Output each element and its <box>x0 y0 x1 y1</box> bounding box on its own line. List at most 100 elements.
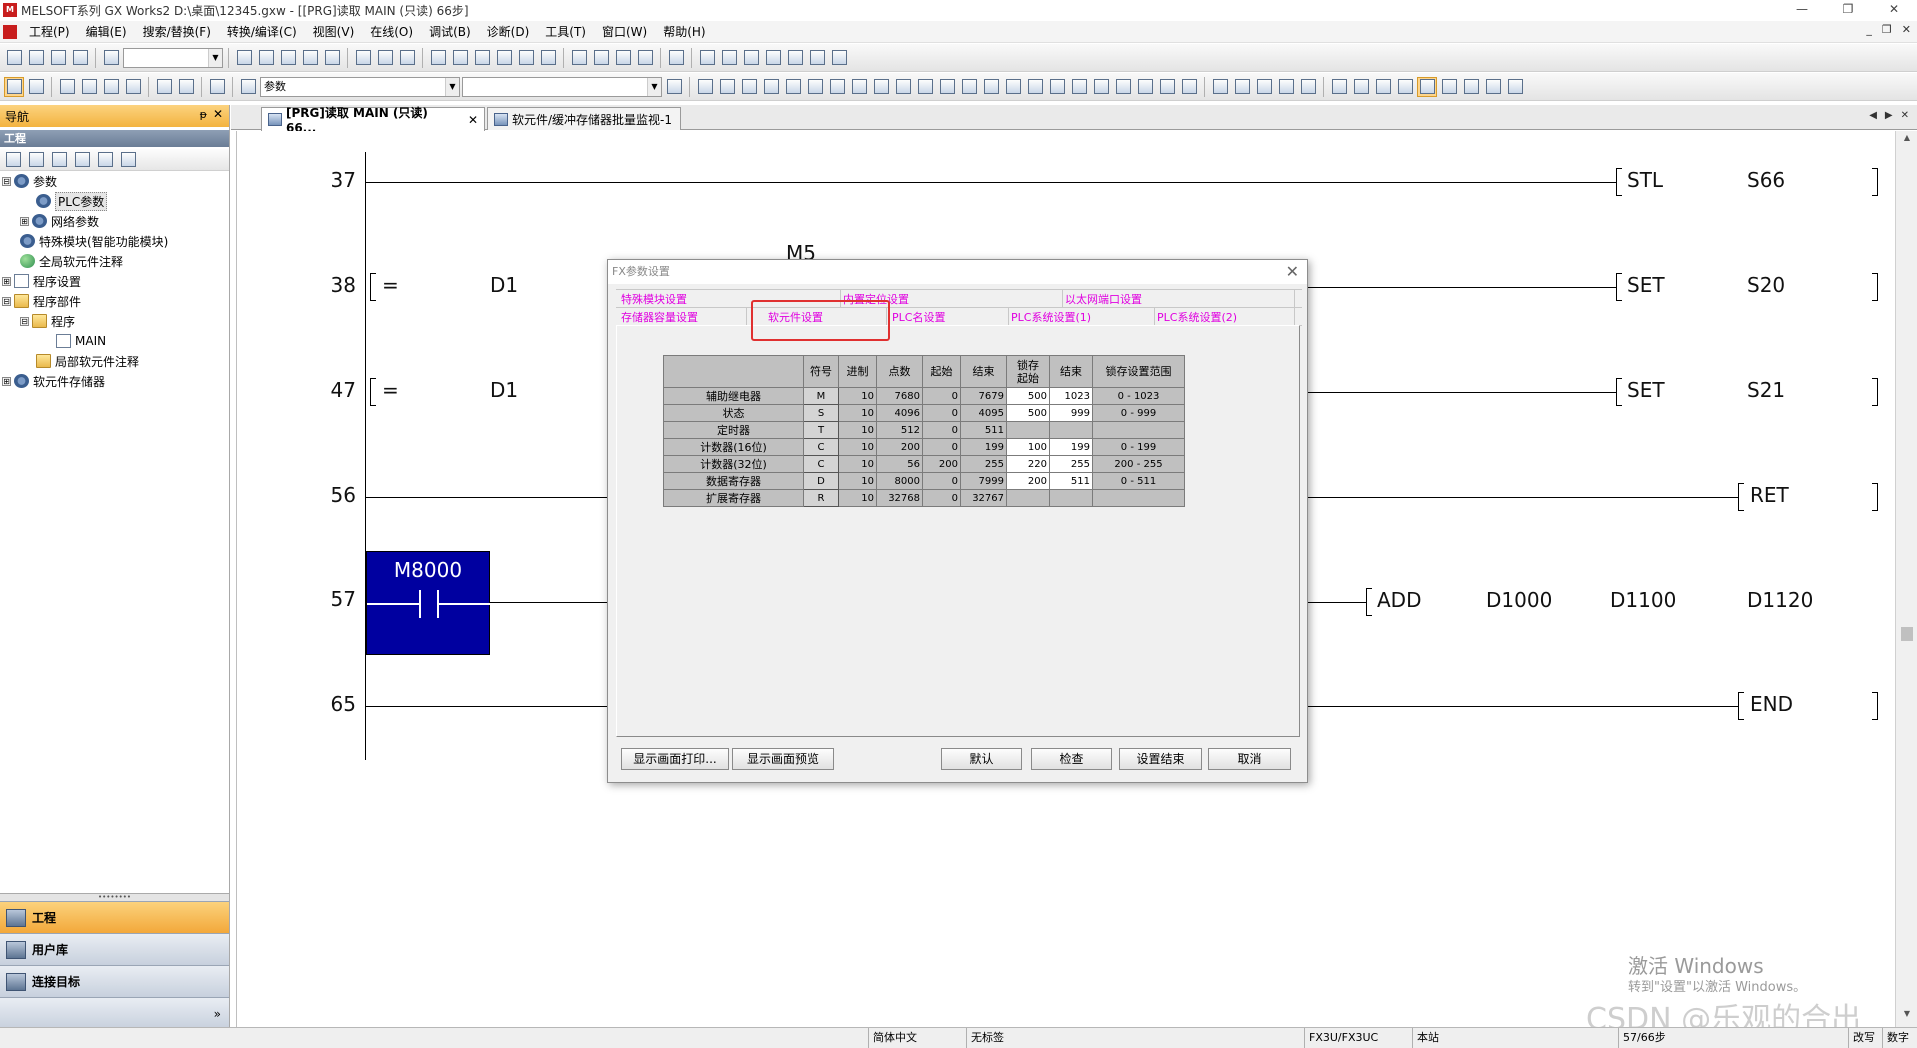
convert-icon[interactable] <box>397 48 417 68</box>
tab-plc-system-2[interactable]: PLC系统设置(2) <box>1157 309 1237 325</box>
zoom-icon[interactable] <box>1505 77 1525 97</box>
instruction[interactable]: STL <box>1627 168 1663 192</box>
tab-main-program[interactable]: [PRG]读取 MAIN (只读) 66... ✕ <box>261 106 485 135</box>
af8-icon[interactable] <box>981 77 1001 97</box>
collapse-icon[interactable]: ⊟ <box>20 316 29 326</box>
compare-operand[interactable]: D1 <box>490 273 518 297</box>
sf8-icon[interactable] <box>937 77 957 97</box>
collapse-icon[interactable]: ⊟ <box>2 296 11 306</box>
redo-icon[interactable] <box>322 48 342 68</box>
scroll-thumb[interactable] <box>1901 627 1913 641</box>
af7-icon[interactable] <box>959 77 979 97</box>
monitor-icon[interactable] <box>516 48 536 68</box>
tree-node-program[interactable]: ⊟ 程序 <box>20 311 75 331</box>
tree-node-program-setting[interactable]: ⊞ 程序设置 <box>2 271 81 291</box>
tree-node-global-comment[interactable]: 全局软元件注释 <box>20 251 123 271</box>
debug-icon[interactable] <box>635 48 655 68</box>
dev-3-icon[interactable] <box>123 77 143 97</box>
compile-icon[interactable] <box>353 48 373 68</box>
mdi-close-button[interactable]: ✕ <box>1902 23 1911 36</box>
expand-icon[interactable]: ⊞ <box>2 376 11 386</box>
read-plc-icon[interactable] <box>450 48 470 68</box>
properties-icon[interactable] <box>72 150 92 170</box>
menu-window[interactable]: 窗口(W) <box>594 21 655 43</box>
sf5-contact-icon[interactable] <box>717 77 737 97</box>
operand[interactable]: S20 <box>1747 273 1785 297</box>
tree-node-local-comment[interactable]: 局部软元件注释 <box>36 351 139 371</box>
nav-more-button[interactable]: » <box>0 997 229 1029</box>
compare-operator[interactable]: = <box>382 273 399 297</box>
label-icon[interactable] <box>1298 77 1318 97</box>
tab-special-module[interactable]: 特殊模块设置 <box>621 291 687 307</box>
tab-next-icon[interactable]: ▶ <box>1885 110 1893 121</box>
tab-device-monitor[interactable]: 软元件/缓冲存储器批量监视-1 <box>487 107 681 130</box>
monitor-write-icon[interactable] <box>538 48 558 68</box>
mdi-minimize-button[interactable]: _ <box>1866 23 1872 36</box>
check-button[interactable]: 检查 <box>1031 748 1112 770</box>
print-icon[interactable] <box>70 48 90 68</box>
latch-end-input[interactable]: 1023 <box>1049 387 1093 405</box>
monitor-stop-icon[interactable] <box>1439 77 1459 97</box>
list-view-icon[interactable] <box>26 77 46 97</box>
delete-line-icon[interactable] <box>1179 77 1199 97</box>
contact-m8000[interactable]: M8000 <box>366 551 491 655</box>
write-mode-icon[interactable] <box>1461 77 1481 97</box>
latch-start-input[interactable]: 500 <box>1006 404 1050 422</box>
tab-memory-capacity[interactable]: 存储器容量设置 <box>621 309 698 325</box>
instruction[interactable]: END <box>1750 692 1793 716</box>
menu-help[interactable]: 帮助(H) <box>655 21 713 43</box>
menu-find-replace[interactable]: 搜索/替换(F) <box>135 21 219 43</box>
expand-icon[interactable]: ⊞ <box>2 276 11 286</box>
nav-button-connection[interactable]: 连接目标 <box>0 965 229 997</box>
operand[interactable]: D1000 <box>1486 588 1552 612</box>
toolbar-combo-1[interactable]: ▼ <box>123 47 223 68</box>
delete-data-icon[interactable] <box>49 150 69 170</box>
menu-online[interactable]: 在线(O) <box>362 21 421 43</box>
nav-button-project[interactable]: 工程 <box>0 901 229 933</box>
collapse-icon[interactable]: ⊟ <box>2 176 11 186</box>
af5-icon[interactable] <box>1091 77 1111 97</box>
project-view-icon[interactable] <box>4 76 24 97</box>
tab-ethernet-port[interactable]: 以太网端口设置 <box>1065 291 1142 307</box>
cross-ref-icon[interactable] <box>1351 77 1371 97</box>
caf10-icon[interactable] <box>1135 77 1155 97</box>
preview-screen-button[interactable]: 显示画面预览 <box>732 748 834 770</box>
copy-icon[interactable] <box>256 48 276 68</box>
f8-instr-icon[interactable] <box>805 77 825 97</box>
menu-diagnostics[interactable]: 诊断(D) <box>479 21 538 43</box>
compare-operator[interactable]: = <box>382 378 399 402</box>
verify-plc-icon[interactable] <box>472 48 492 68</box>
toolbar-combo-3[interactable]: ▼ <box>462 76 662 97</box>
cut-icon[interactable] <box>234 48 254 68</box>
f7-coil-icon[interactable] <box>783 77 803 97</box>
align-right-icon[interactable] <box>741 48 761 68</box>
tree-node-special-module[interactable]: 特殊模块(智能功能模块) <box>20 231 168 251</box>
latch-start-input[interactable]: 220 <box>1006 455 1050 473</box>
paste-icon[interactable] <box>278 48 298 68</box>
find-icon[interactable] <box>154 77 174 97</box>
zoom-out-icon[interactable] <box>785 48 805 68</box>
new-file-icon[interactable] <box>4 48 24 68</box>
vertical-scrollbar[interactable]: ▲ ▼ <box>1895 131 1917 1027</box>
zoom-in-icon[interactable] <box>763 48 783 68</box>
monitor-start-icon[interactable] <box>1395 77 1415 97</box>
watch-icon[interactable] <box>591 48 611 68</box>
menu-debug[interactable]: 调试(B) <box>421 21 479 43</box>
statement-icon[interactable] <box>1232 77 1252 97</box>
af9-line-icon[interactable] <box>893 77 913 97</box>
minimize-button[interactable]: — <box>1779 0 1825 20</box>
f6-contact-icon[interactable] <box>739 77 759 97</box>
save-icon[interactable] <box>48 48 68 68</box>
tree-node-program-parts[interactable]: ⊟ 程序部件 <box>2 291 81 311</box>
read-mode-icon[interactable] <box>1483 77 1503 97</box>
latch-start-input[interactable]: 200 <box>1006 472 1050 490</box>
dev-2-icon[interactable] <box>101 77 121 97</box>
operand[interactable]: S66 <box>1747 168 1785 192</box>
sf9-line-icon[interactable] <box>849 77 869 97</box>
zoom-reset-icon[interactable] <box>829 48 849 68</box>
operand[interactable]: D1100 <box>1610 588 1676 612</box>
tab-plc-system-1[interactable]: PLC系统设置(1) <box>1011 309 1091 325</box>
scroll-down-icon[interactable]: ▼ <box>1896 1009 1917 1025</box>
tree-node-device-memory[interactable]: ⊞ 软元件存储器 <box>2 371 105 391</box>
menu-tools[interactable]: 工具(T) <box>537 21 594 43</box>
